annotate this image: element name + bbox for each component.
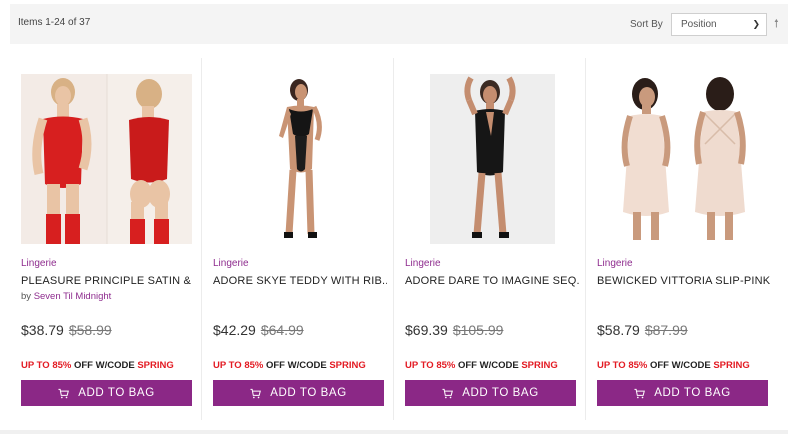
add-to-bag-button[interactable]: ADD TO BAG xyxy=(597,380,768,406)
brand-link[interactable]: Seven Til Midnight xyxy=(34,291,112,302)
cart-icon xyxy=(58,388,70,398)
add-to-bag-button[interactable]: ADD TO BAG xyxy=(405,380,576,406)
promo-discount: UP TO 85% xyxy=(21,360,72,371)
promo-middle: OFF W/CODE xyxy=(647,360,714,371)
original-price: $64.99 xyxy=(260,322,304,338)
product-category-link[interactable]: Lingerie xyxy=(213,258,249,269)
product-prices: $69.39 $105.99 xyxy=(405,322,503,338)
promo-discount: UP TO 85% xyxy=(213,360,264,371)
cart-icon xyxy=(250,388,262,398)
divider xyxy=(0,430,788,434)
original-price: $87.99 xyxy=(644,322,688,338)
sort-select[interactable]: Position ❯ xyxy=(671,13,767,36)
product-image[interactable] xyxy=(405,74,576,244)
product-toolbar: Items 1-24 of 37 Sort By Position ❯ 🠕 xyxy=(10,4,788,44)
arrow-up-icon[interactable]: 🠕 xyxy=(774,15,779,34)
promo-discount: UP TO 85% xyxy=(597,360,648,371)
product-card: Lingerie BEWICKED VITTORIA SLIP-PINK $58… xyxy=(586,58,778,420)
product-brand: by Seven Til Midnight xyxy=(21,291,111,302)
product-image[interactable] xyxy=(597,74,768,244)
product-name-link[interactable]: ADORE SKYE TEDDY WITH RIB... xyxy=(213,275,387,287)
product-image[interactable] xyxy=(213,74,384,244)
product-card: Lingerie PLEASURE PRINCIPLE SATIN & ... … xyxy=(10,58,202,420)
product-prices: $38.79 $58.99 xyxy=(21,322,112,338)
product-category-link[interactable]: Lingerie xyxy=(597,258,633,269)
cart-icon xyxy=(634,388,646,398)
promo-text: UP TO 85% OFF W/CODE SPRING xyxy=(213,360,366,371)
sale-price: $58.79 xyxy=(597,322,640,338)
add-to-bag-label: ADD TO BAG xyxy=(654,387,731,399)
promo-middle: OFF W/CODE xyxy=(71,360,138,371)
promo-text: UP TO 85% OFF W/CODE SPRING xyxy=(405,360,558,371)
promo-discount: UP TO 85% xyxy=(405,360,456,371)
promo-code: SPRING xyxy=(521,360,558,371)
promo-code: SPRING xyxy=(329,360,366,371)
sale-price: $38.79 xyxy=(21,322,64,338)
product-prices: $42.29 $64.99 xyxy=(213,322,304,338)
sale-price: $42.29 xyxy=(213,322,256,338)
add-to-bag-label: ADD TO BAG xyxy=(270,387,347,399)
promo-middle: OFF W/CODE xyxy=(455,360,522,371)
product-card: Lingerie ADORE DARE TO IMAGINE SEQ... $6… xyxy=(394,58,586,420)
sale-price: $69.39 xyxy=(405,322,448,338)
add-to-bag-button[interactable]: ADD TO BAG xyxy=(21,380,192,406)
product-name-link[interactable]: PLEASURE PRINCIPLE SATIN & ... xyxy=(21,275,195,287)
promo-text: UP TO 85% OFF W/CODE SPRING xyxy=(597,360,750,371)
original-price: $105.99 xyxy=(452,322,504,338)
sort-select-value: Position xyxy=(681,19,717,30)
items-count: Items 1-24 of 37 xyxy=(18,17,91,28)
product-category-link[interactable]: Lingerie xyxy=(405,258,441,269)
add-to-bag-button[interactable]: ADD TO BAG xyxy=(213,380,384,406)
promo-code: SPRING xyxy=(137,360,174,371)
product-name-link[interactable]: ADORE DARE TO IMAGINE SEQ... xyxy=(405,275,579,287)
promo-code: SPRING xyxy=(713,360,750,371)
product-card: Lingerie ADORE SKYE TEDDY WITH RIB... $4… xyxy=(202,58,394,420)
add-to-bag-label: ADD TO BAG xyxy=(78,387,155,399)
cart-icon xyxy=(442,388,454,398)
original-price: $58.99 xyxy=(68,322,112,338)
add-to-bag-label: ADD TO BAG xyxy=(462,387,539,399)
product-grid: Lingerie PLEASURE PRINCIPLE SATIN & ... … xyxy=(10,58,778,420)
brand-by-text: by xyxy=(21,291,32,302)
product-prices: $58.79 $87.99 xyxy=(597,322,688,338)
product-category-link[interactable]: Lingerie xyxy=(21,258,57,269)
product-image[interactable] xyxy=(21,74,192,244)
chevron-down-icon: ❯ xyxy=(752,19,760,29)
promo-middle: OFF W/CODE xyxy=(263,360,330,371)
promo-text: UP TO 85% OFF W/CODE SPRING xyxy=(21,360,174,371)
product-name-link[interactable]: BEWICKED VITTORIA SLIP-PINK xyxy=(597,275,771,287)
sort-by-label: Sort By xyxy=(630,19,663,30)
